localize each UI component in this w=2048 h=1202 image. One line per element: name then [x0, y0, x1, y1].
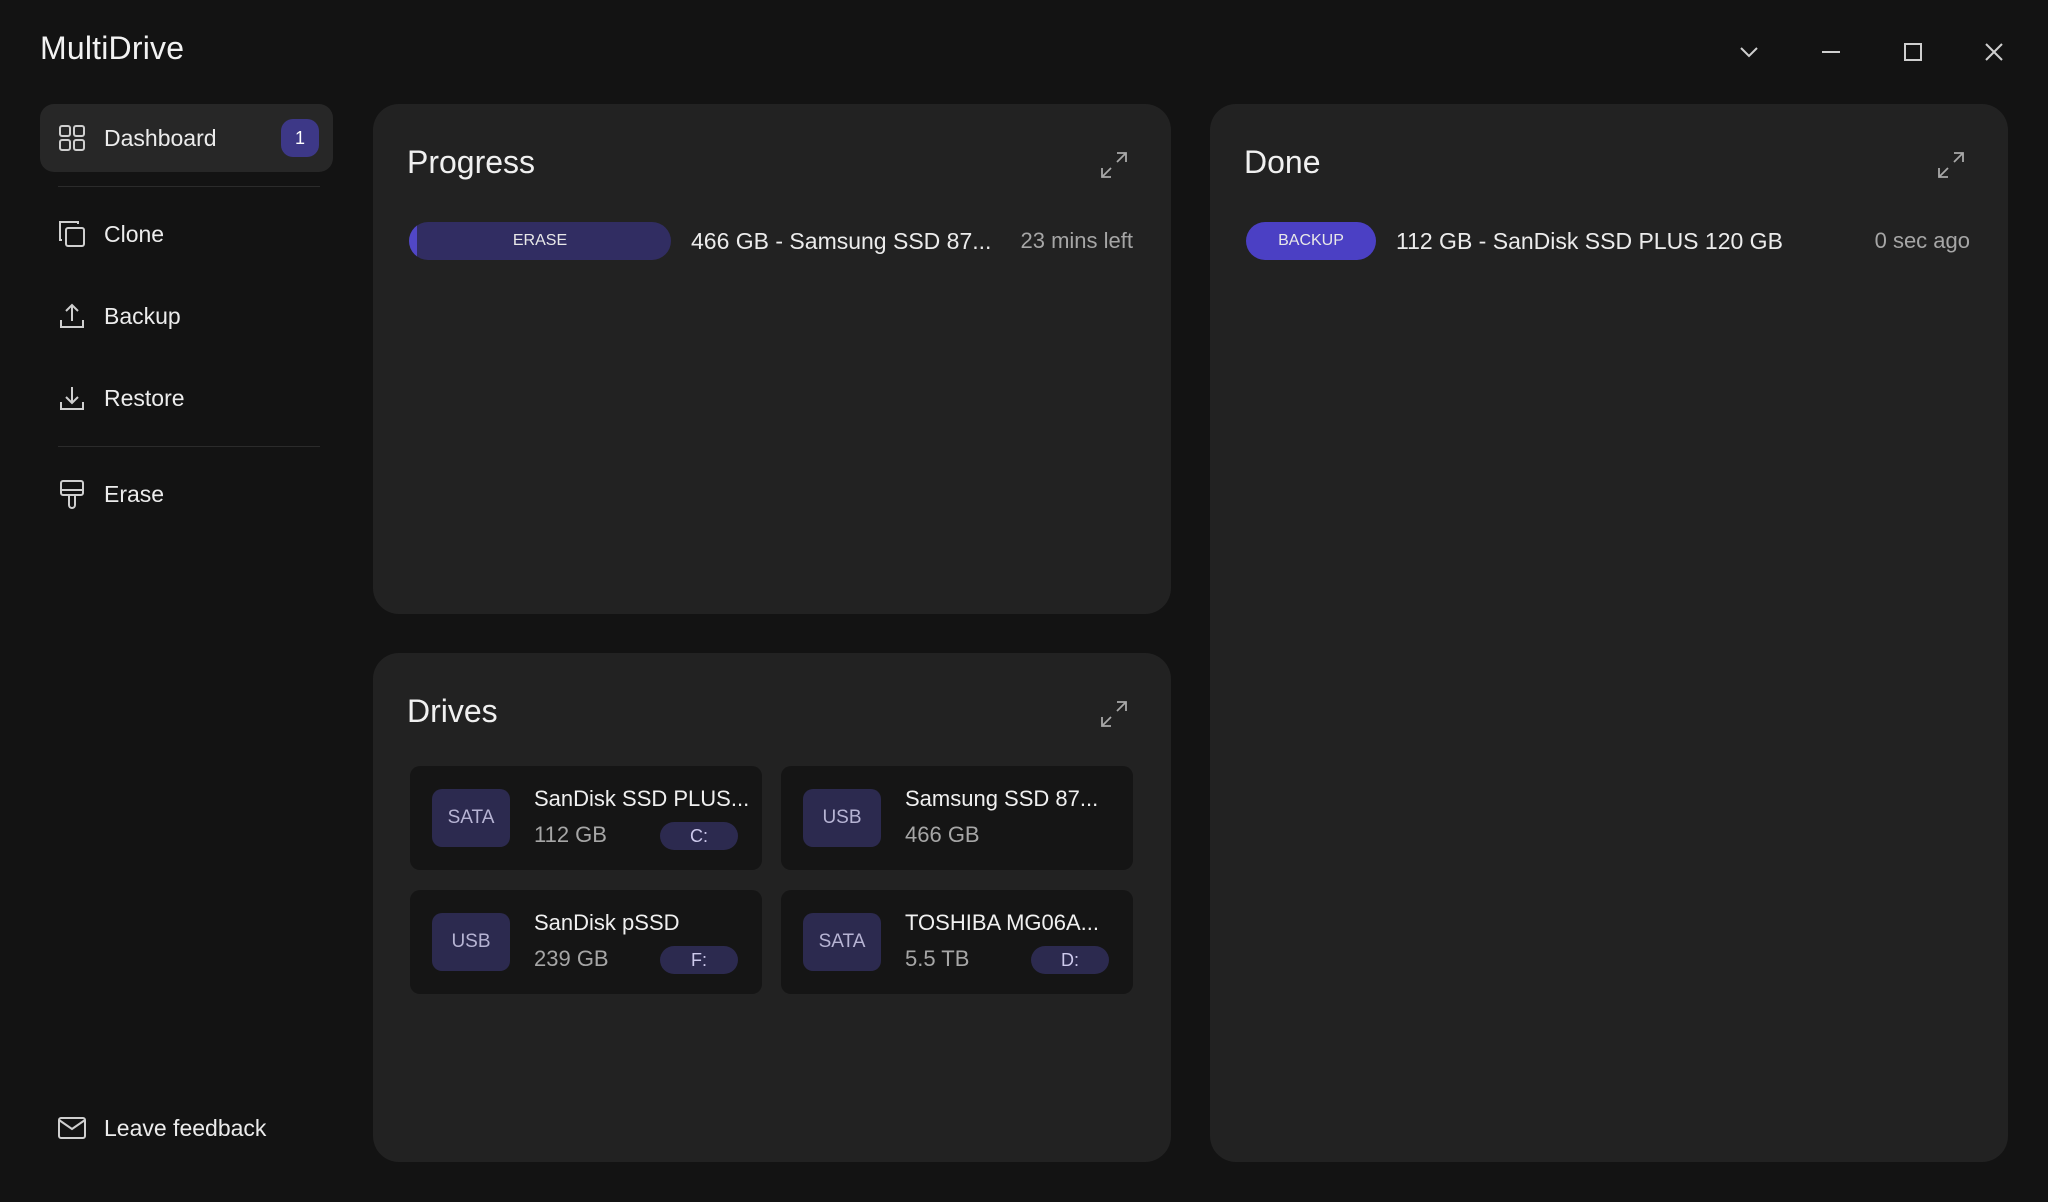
job-description: 112 GB - SanDisk SSD PLUS 120 GB	[1396, 227, 1783, 254]
drive-size: 112 GB	[534, 822, 607, 847]
job-tag-label: BACKUP	[1278, 232, 1344, 249]
drive-name: SanDisk pSSD	[534, 910, 680, 935]
progress-panel: Progress ERASE 466 GB - Samsung SSD 87..…	[373, 104, 1171, 614]
done-panel: Done BACKUP 112 GB - SanDisk SSD PLUS 12…	[1210, 104, 2008, 1162]
drive-interface-badge: SATA	[803, 913, 881, 971]
notification-badge: 1	[281, 119, 319, 157]
panel-title: Drives	[407, 693, 498, 729]
maximize-icon[interactable]	[1893, 32, 1933, 72]
clone-icon	[40, 220, 104, 248]
drive-size: 466 GB	[905, 822, 980, 847]
sidebar-item-clone[interactable]: Clone	[40, 200, 333, 268]
download-icon	[40, 384, 104, 412]
close-icon[interactable]	[1974, 32, 2014, 72]
sidebar-item-restore[interactable]: Restore	[40, 364, 333, 432]
progress-fill	[409, 222, 417, 260]
upload-icon	[40, 302, 104, 330]
panel-title: Done	[1244, 144, 1321, 180]
job-tag-label: ERASE	[512, 232, 568, 249]
drive-name: TOSHIBA MG06A...	[905, 910, 1099, 935]
drive-card[interactable]: SATA TOSHIBA MG06A... 5.5 TB D:	[781, 890, 1133, 994]
erase-progress-bar: ERASE	[409, 222, 671, 260]
job-tag: BACKUP	[1246, 222, 1376, 260]
drive-letter-badge: F:	[660, 946, 738, 974]
sidebar-item-backup[interactable]: Backup	[40, 282, 333, 350]
sidebar-item-dashboard[interactable]: Dashboard 1	[40, 104, 333, 172]
drive-letter-badge: C:	[660, 822, 738, 850]
drive-interface-badge: USB	[432, 913, 510, 971]
expand-icon[interactable]	[1934, 148, 1968, 182]
drive-name: Samsung SSD 87...	[905, 786, 1099, 811]
drives-panel: Drives SATA SanDisk SSD PLUS... 112 GB C…	[373, 653, 1171, 1162]
job-completed-time: 0 sec ago	[1874, 228, 1970, 253]
expand-icon[interactable]	[1097, 697, 1131, 731]
drive-size: 239 GB	[534, 946, 609, 971]
sidebar-item-label: Dashboard	[104, 124, 217, 151]
job-time-remaining: 23 mins left	[1020, 228, 1134, 253]
sidebar-item-label: Clone	[104, 220, 165, 247]
drive-interface-badge: USB	[803, 789, 881, 847]
drive-card[interactable]: USB SanDisk pSSD 239 GB F:	[410, 890, 762, 994]
mail-icon	[40, 1117, 104, 1139]
drive-size: 5.5 TB	[905, 946, 970, 971]
sidebar-item-label: Erase	[104, 480, 165, 507]
leave-feedback-button[interactable]: Leave feedback	[40, 1094, 333, 1162]
drive-name: SanDisk SSD PLUS...	[534, 786, 750, 811]
chevron-down-icon[interactable]	[1729, 32, 1769, 72]
minimize-icon[interactable]	[1811, 32, 1851, 72]
dashboard-icon	[40, 125, 104, 151]
feedback-label: Leave feedback	[104, 1114, 267, 1141]
paint-brush-icon	[40, 479, 104, 509]
expand-icon[interactable]	[1097, 148, 1131, 182]
drive-letter-badge: D:	[1031, 946, 1109, 974]
app-window: MultiDrive Dashboard 1 Clone Backup Rest…	[0, 0, 2048, 1202]
drive-card[interactable]: SATA SanDisk SSD PLUS... 112 GB C:	[410, 766, 762, 870]
done-job-row[interactable]: BACKUP 112 GB - SanDisk SSD PLUS 120 GB …	[1246, 221, 1970, 261]
panel-title: Progress	[407, 144, 536, 180]
sidebar-divider	[58, 186, 320, 187]
sidebar-item-label: Restore	[104, 384, 185, 411]
sidebar-item-label: Backup	[104, 302, 181, 329]
app-title: MultiDrive	[40, 30, 185, 66]
sidebar-item-erase[interactable]: Erase	[40, 460, 333, 528]
progress-job-row[interactable]: ERASE 466 GB - Samsung SSD 87... 23 mins…	[409, 221, 1133, 261]
sidebar-divider	[58, 446, 320, 447]
drive-card[interactable]: USB Samsung SSD 87... 466 GB	[781, 766, 1133, 870]
drive-interface-badge: SATA	[432, 789, 510, 847]
job-description: 466 GB - Samsung SSD 87...	[691, 227, 992, 254]
